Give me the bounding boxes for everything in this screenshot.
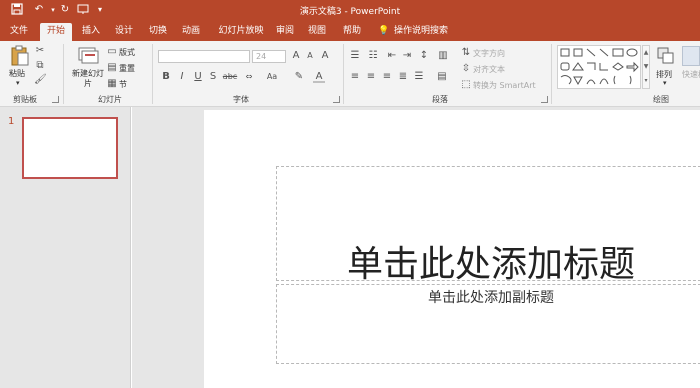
quick-styles-button[interactable]: 快速样式 [682,69,700,80]
tab-help[interactable]: 帮助 [338,23,366,41]
text-columns-icon[interactable]: ▤ [436,71,448,83]
paste-icon[interactable] [10,45,30,67]
subtitle-placeholder-text: 单击此处添加副标题 [428,290,554,306]
tab-file[interactable]: 文件 [4,23,34,41]
paragraph-group-label: 段落 [432,95,448,104]
cut-icon[interactable]: ✂ [34,45,46,57]
text-direction-icon[interactable]: ⇅ [460,47,472,59]
layout-button[interactable]: 版式 [119,47,135,58]
divider [63,44,64,104]
drawing-group-label: 绘图 [653,95,669,104]
clear-format-icon[interactable]: A [319,50,331,62]
font-size-combobox[interactable]: 24 [252,50,286,63]
quick-styles-icon[interactable] [682,46,700,66]
tell-me-search[interactable]: 操作说明搜索 [394,23,456,41]
title-placeholder[interactable]: 单击此处添加标题 [276,166,700,285]
shadow-button[interactable]: S [207,71,219,83]
gallery-scroll[interactable]: ▲ ▼ ▾ [642,45,650,89]
decrease-indent-icon[interactable]: ⇤ [386,50,398,62]
shapes-gallery[interactable] [557,45,641,89]
clipboard-launcher-icon[interactable] [52,96,59,103]
ribbon-tabs: 文件 开始 插入 设计 切换 动画 幻灯片放映 审阅 视图 帮助 💡 操作说明搜… [0,20,700,41]
font-name-combobox[interactable] [158,50,250,63]
ribbon: 粘贴 ▾ ✂ ⧉ 🖌 剪贴板 新建幻灯片 ▭ 版式 ▤ 重置 ▦ 节 幻灯片 2… [0,41,700,107]
slides-group-label: 幻灯片 [98,95,122,104]
paragraph-launcher-icon[interactable] [541,96,548,103]
text-direction-button[interactable]: 文字方向 [473,48,505,59]
underline-button[interactable]: U [192,71,204,83]
section-icon[interactable]: ▦ [106,78,118,90]
align-center-icon[interactable]: ≡ [365,71,377,83]
paste-dropdown-icon[interactable]: ▾ [16,79,20,87]
title-bar: ↶ ▾ ↻ ▾ 演示文稿3 - PowerPoint [0,0,700,20]
tab-review[interactable]: 审阅 [272,23,298,41]
justify-icon[interactable]: ≣ [397,71,409,83]
columns-icon[interactable]: ▥ [437,50,449,62]
arrange-icon[interactable] [656,45,676,67]
reset-button[interactable]: 重置 [119,63,135,74]
divider [551,44,552,104]
arrange-dropdown-icon[interactable]: ▾ [663,79,667,87]
slide-thumbnails-pane: 1 [0,107,131,388]
shrink-font-icon[interactable]: A [304,50,316,62]
tab-insert[interactable]: 插入 [77,23,105,41]
window-title: 演示文稿3 - PowerPoint [299,7,401,17]
font-launcher-icon[interactable] [333,96,340,103]
tab-view[interactable]: 视图 [304,23,330,41]
slide-editor: 单击此处添加标题 单击此处添加副标题 [132,107,700,388]
tab-home[interactable]: 开始 [40,23,72,41]
change-case-button[interactable]: Aa [265,71,279,83]
font-group-label: 字体 [233,95,249,104]
clipboard-group-label: 剪贴板 [13,95,37,104]
convert-smartart-button[interactable]: 转换为 SmartArt [473,80,536,91]
increase-indent-icon[interactable]: ⇥ [401,50,413,62]
grow-font-icon[interactable]: A [290,50,302,62]
numbering-icon[interactable]: ☷ [367,50,379,62]
subtitle-placeholder[interactable]: 单击此处添加副标题 [276,284,700,364]
align-right-icon[interactable]: ≡ [381,71,393,83]
format-painter-icon[interactable]: 🖌 [34,74,47,86]
new-slide-button[interactable]: 新建幻灯片 [72,69,104,89]
align-text-icon[interactable]: ⇳ [460,63,472,75]
slide-thumbnail[interactable] [22,117,118,179]
paste-button[interactable]: 粘贴 [9,68,25,79]
smartart-icon[interactable]: ⬚ [460,79,472,91]
font-color-button[interactable]: A [313,71,325,83]
bold-button[interactable]: B [160,71,172,83]
lightbulb-icon[interactable]: 💡 [378,23,390,41]
strikethrough-button[interactable]: abc [221,71,239,83]
tab-animations[interactable]: 动画 [177,23,205,41]
slide-canvas[interactable]: 单击此处添加标题 单击此处添加副标题 [204,110,700,388]
tab-slideshow[interactable]: 幻灯片放映 [212,23,270,41]
title-placeholder-text: 单击此处添加标题 [346,244,635,285]
line-spacing-icon[interactable]: ↕ [418,50,430,62]
bullets-icon[interactable]: ☰ [349,50,361,62]
align-text-button[interactable]: 对齐文本 [473,64,505,75]
section-button[interactable]: 节 [119,79,127,90]
slide-number: 1 [8,116,15,127]
tab-transitions[interactable]: 切换 [144,23,172,41]
divider [343,44,344,104]
highlight-icon[interactable]: ✎ [293,71,305,83]
align-left-icon[interactable]: ≡ [349,71,361,83]
reset-icon[interactable]: ▤ [106,62,118,74]
character-spacing-icon[interactable]: ⇔ [243,71,255,83]
distribute-icon[interactable]: ☰ [413,71,425,83]
divider [152,44,153,104]
new-slide-icon[interactable] [78,46,99,64]
italic-button[interactable]: I [176,71,188,83]
copy-icon[interactable]: ⧉ [34,60,46,72]
tab-design[interactable]: 设计 [110,23,138,41]
layout-icon[interactable]: ▭ [106,46,118,58]
